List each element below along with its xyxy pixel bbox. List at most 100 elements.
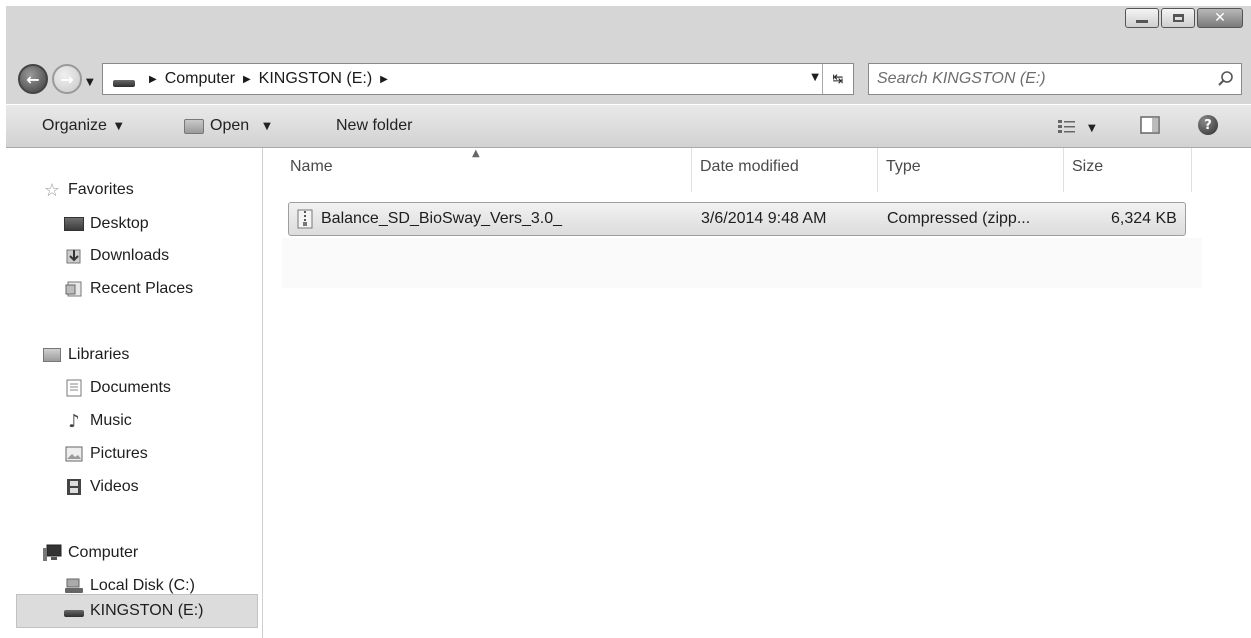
nav-label: Music xyxy=(90,412,132,429)
content-area: ☆ Favorites Desktop Downloads Recent Pla… xyxy=(6,148,1251,638)
minimize-button[interactable] xyxy=(1125,8,1159,28)
file-date-modified: 3/6/2014 9:48 AM xyxy=(701,210,827,227)
nav-label: Desktop xyxy=(90,215,149,232)
nav-label: Recent Places xyxy=(90,280,194,297)
downloads-icon xyxy=(64,247,84,265)
nav-computer[interactable]: Computer xyxy=(42,541,138,565)
nav-documents[interactable]: Documents xyxy=(64,376,171,400)
command-bar: Organize ▼ Open ▼ New folder ▼ ? xyxy=(6,104,1251,148)
column-label: Type xyxy=(886,158,921,175)
back-arrow-icon: ← xyxy=(26,69,40,89)
desktop-icon xyxy=(64,215,84,233)
forward-button[interactable]: → xyxy=(52,64,82,94)
search-input[interactable]: Search KINGSTON (E:) xyxy=(877,70,1046,88)
recent-pages-button[interactable]: ▼ xyxy=(86,72,94,90)
nav-label: Local Disk (C:) xyxy=(90,577,195,594)
nav-desktop[interactable]: Desktop xyxy=(64,212,149,236)
address-row: ← → ▼ ▶ Computer ▶ KINGSTON (E:) ▶ ▼ ↹ S… xyxy=(6,58,1251,104)
nav-recent-places[interactable]: Recent Places xyxy=(64,277,193,301)
maximize-icon xyxy=(1172,14,1184,22)
new-folder-button[interactable]: New folder xyxy=(336,117,412,135)
new-folder-label: New folder xyxy=(336,117,413,134)
nav-label: Favorites xyxy=(68,181,134,198)
preview-pane-button[interactable] xyxy=(1140,116,1160,139)
column-label: Size xyxy=(1072,158,1104,175)
breadcrumb-separator-icon[interactable]: ▶ xyxy=(380,74,388,85)
back-button[interactable]: ← xyxy=(18,64,48,94)
file-row[interactable]: Balance_SD_BioSway_Vers_3.0_ 3/6/2014 9:… xyxy=(288,202,1186,236)
open-label: Open xyxy=(210,117,250,134)
view-list-icon xyxy=(1058,118,1076,139)
address-dropdown-icon[interactable]: ▼ xyxy=(811,72,819,83)
file-size: 6,324 KB xyxy=(1111,210,1177,227)
file-list: ▲ Name Date modified Type Size Balance_S… xyxy=(282,148,1202,638)
close-icon: ✕ xyxy=(1214,10,1226,26)
change-view-button[interactable]: ▼ xyxy=(1058,118,1096,139)
refresh-icon: ↹ xyxy=(832,71,844,87)
breadcrumb-kingston[interactable]: KINGSTON (E:) xyxy=(259,70,373,88)
breadcrumb: ▶ Computer ▶ KINGSTON (E:) ▶ xyxy=(141,70,396,88)
nav-label: Libraries xyxy=(68,346,130,363)
column-header-name[interactable]: Name xyxy=(282,148,692,192)
column-header-size[interactable]: Size xyxy=(1064,148,1192,192)
help-icon: ? xyxy=(1198,115,1218,135)
help-button[interactable]: ? xyxy=(1198,115,1218,135)
breadcrumb-separator-icon[interactable]: ▶ xyxy=(243,74,251,85)
open-button[interactable]: Open ▼ xyxy=(184,117,271,135)
nav-libraries[interactable]: Libraries xyxy=(42,343,129,367)
window-controls: ✕ xyxy=(1123,8,1243,28)
forward-arrow-icon: → xyxy=(60,69,74,89)
videos-icon xyxy=(64,478,84,496)
drive-icon xyxy=(64,602,84,620)
maximize-button[interactable] xyxy=(1161,8,1195,28)
nav-music[interactable]: ♪ Music xyxy=(64,409,132,433)
nav-label: Videos xyxy=(90,478,139,495)
organize-label: Organize xyxy=(42,117,107,134)
nav-favorites[interactable]: ☆ Favorites xyxy=(42,178,134,202)
recent-places-icon xyxy=(64,280,84,298)
nav-label: KINGSTON (E:) xyxy=(90,602,204,619)
nav-downloads[interactable]: Downloads xyxy=(64,244,169,268)
minimize-icon xyxy=(1136,19,1148,23)
refresh-button[interactable]: ↹ xyxy=(822,64,853,94)
address-bar[interactable]: ▶ Computer ▶ KINGSTON (E:) ▶ ▼ ↹ xyxy=(102,63,854,95)
column-label: Name xyxy=(290,158,333,175)
nav-label: Downloads xyxy=(90,247,170,264)
close-button[interactable]: ✕ xyxy=(1197,8,1243,28)
column-label: Date modified xyxy=(700,158,799,175)
nav-pictures[interactable]: Pictures xyxy=(64,442,148,466)
nav-label: Computer xyxy=(68,544,139,561)
navigation-pane: ☆ Favorites Desktop Downloads Recent Pla… xyxy=(6,148,263,638)
folder-icon xyxy=(184,118,204,134)
search-box[interactable]: Search KINGSTON (E:) xyxy=(868,63,1242,95)
organize-button[interactable]: Organize ▼ xyxy=(42,117,123,135)
pictures-icon xyxy=(64,445,84,463)
breadcrumb-separator-icon[interactable]: ▶ xyxy=(149,74,157,85)
music-icon: ♪ xyxy=(68,410,80,432)
explorer-window: ✕ ← → ▼ ▶ Computer ▶ KINGSTON (E:) ▶ ▼ ↹ xyxy=(6,6,1251,638)
preview-pane-icon xyxy=(1140,116,1160,139)
breadcrumb-computer[interactable]: Computer xyxy=(165,70,235,88)
file-type: Compressed (zipp... xyxy=(887,210,1031,227)
computer-icon xyxy=(42,544,62,562)
chevron-down-icon: ▼ xyxy=(114,120,123,132)
documents-icon xyxy=(64,379,84,397)
drive-icon xyxy=(113,79,135,87)
star-icon: ☆ xyxy=(43,179,61,201)
zip-file-icon xyxy=(297,209,313,234)
nav-label: Documents xyxy=(90,379,171,396)
file-name: Balance_SD_BioSway_Vers_3.0_ xyxy=(321,210,563,227)
local-disk-icon xyxy=(64,577,84,595)
chevron-down-icon: ▼ xyxy=(1088,123,1096,134)
search-icon[interactable] xyxy=(1217,70,1235,93)
column-header-type[interactable]: Type xyxy=(878,148,1064,192)
nav-kingston[interactable]: KINGSTON (E:) xyxy=(64,599,204,623)
column-header-date-modified[interactable]: Date modified xyxy=(692,148,878,192)
libraries-icon xyxy=(42,346,62,364)
chevron-down-icon: ▼ xyxy=(86,77,94,88)
nav-videos[interactable]: Videos xyxy=(64,475,139,499)
list-background xyxy=(282,238,1202,288)
title-bar: ✕ xyxy=(6,6,1251,58)
nav-label: Pictures xyxy=(90,445,148,462)
chevron-down-icon: ▼ xyxy=(263,120,271,132)
